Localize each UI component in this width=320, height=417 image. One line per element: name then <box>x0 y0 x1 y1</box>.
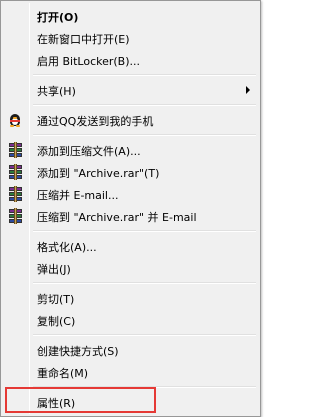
menu-item-label: 在新窗口中打开(E) <box>37 33 130 46</box>
menu-separator <box>33 282 256 284</box>
menu-item-add-to-archive[interactable]: 添加到压缩文件(A)... <box>4 139 258 161</box>
winrar-icon <box>7 208 23 224</box>
menu-separator <box>33 134 256 136</box>
menu-separator <box>33 230 256 232</box>
qq-penguin-icon <box>7 112 23 128</box>
menu-item-send-via-qq[interactable]: 通过QQ发送到我的手机 <box>4 109 258 131</box>
menu-item-label: 弹出(J) <box>37 263 71 276</box>
winrar-icon <box>7 142 23 158</box>
menu-item-eject[interactable]: 弹出(J) <box>4 257 258 279</box>
submenu-arrow-icon <box>246 86 250 94</box>
menu-separator <box>33 334 256 336</box>
menu-item-label: 剪切(T) <box>37 293 75 306</box>
menu-item-label: 压缩到 "Archive.rar" 并 E-mail <box>37 211 197 224</box>
menu-item-enable-bitlocker[interactable]: 启用 BitLocker(B)... <box>4 49 258 71</box>
menu-item-compress-and-email[interactable]: 压缩并 E-mail... <box>4 183 258 205</box>
menu-item-share[interactable]: 共享(H) <box>4 79 258 101</box>
menu-item-open[interactable]: 打开(O) <box>4 5 258 27</box>
menu-separator <box>33 104 256 106</box>
winrar-icon <box>7 164 23 180</box>
menu-item-open-new-window[interactable]: 在新窗口中打开(E) <box>4 27 258 49</box>
menu-item-cut[interactable]: 剪切(T) <box>4 287 258 309</box>
menu-item-copy[interactable]: 复制(C) <box>4 309 258 331</box>
menu-separator <box>33 74 256 76</box>
menu-item-rename[interactable]: 重命名(M) <box>4 361 258 383</box>
menu-item-label: 打开(O) <box>37 11 79 24</box>
menu-item-compress-to-rar-and-email[interactable]: 压缩到 "Archive.rar" 并 E-mail <box>4 205 258 227</box>
properties-highlight-box <box>5 387 156 413</box>
menu-item-label: 复制(C) <box>37 315 76 328</box>
menu-item-label: 格式化(A)... <box>37 241 97 254</box>
menu-item-label: 压缩并 E-mail... <box>37 189 119 202</box>
menu-item-label: 启用 BitLocker(B)... <box>37 55 141 68</box>
winrar-icon <box>7 186 23 202</box>
menu-item-label: 创建快捷方式(S) <box>37 345 119 358</box>
menu-item-label: 通过QQ发送到我的手机 <box>37 115 154 128</box>
menu-item-create-shortcut[interactable]: 创建快捷方式(S) <box>4 339 258 361</box>
menu-item-label: 共享(H) <box>37 85 76 98</box>
menu-item-label: 添加到压缩文件(A)... <box>37 145 141 158</box>
menu-item-add-to-archive-rar[interactable]: 添加到 "Archive.rar"(T) <box>4 161 258 183</box>
menu-item-label: 重命名(M) <box>37 367 89 380</box>
menu-item-label: 添加到 "Archive.rar"(T) <box>37 167 160 180</box>
context-menu: 打开(O) 在新窗口中打开(E) 启用 BitLocker(B)... 共享(H… <box>0 0 261 417</box>
menu-item-format[interactable]: 格式化(A)... <box>4 235 258 257</box>
